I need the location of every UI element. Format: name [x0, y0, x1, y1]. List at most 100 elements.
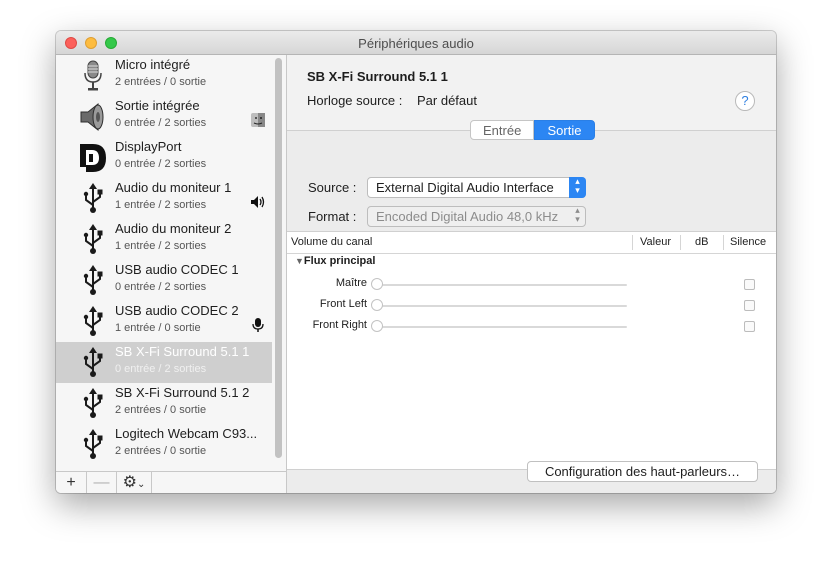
usb-icon — [78, 429, 108, 461]
column-db[interactable]: dB — [695, 232, 708, 253]
device-name: Audio du moniteur 1 — [115, 180, 232, 195]
column-volume[interactable]: Volume du canal — [291, 232, 372, 253]
channel-label: Maître — [335, 277, 367, 289]
audio-devices-window: Périphériques audio Micro intégré 2 entré… — [56, 31, 776, 493]
device-io-count: 1 entrée / 2 sorties — [115, 199, 207, 211]
chevron-down-icon: ⌄ — [136, 479, 146, 490]
device-io-count: 2 entrées / 0 sortie — [115, 445, 207, 457]
device-detail-panel: SB X-Fi Surround 5.1 1 Horloge source : … — [287, 55, 776, 493]
device-io-count: 1 entrée / 2 sorties — [115, 240, 207, 252]
column-divider — [723, 235, 724, 250]
finder-icon — [250, 112, 266, 128]
device-name: Micro intégré — [115, 57, 191, 72]
mute-checkbox[interactable] — [744, 321, 755, 332]
device-row[interactable]: Audio du moniteur 2 1 entrée / 2 sorties — [56, 219, 272, 260]
usb-icon — [78, 347, 108, 379]
device-row[interactable]: Micro intégré 2 entrées / 0 sortie — [56, 55, 272, 96]
device-title: SB X-Fi Surround 5.1 1 — [307, 69, 448, 84]
microphone-icon — [78, 60, 108, 92]
volume-slider-knob[interactable] — [371, 278, 383, 290]
device-row[interactable]: DisplayPort 0 entrée / 2 sorties — [56, 137, 272, 178]
speaker-icon — [78, 101, 108, 133]
device-name: Audio du moniteur 2 — [115, 221, 232, 236]
sidebar-toolbar: + — ⚙⌄ — [56, 471, 286, 493]
device-io-count: 1 entrée / 0 sortie — [115, 322, 201, 334]
device-io-count: 2 entrées / 0 sortie — [115, 404, 207, 416]
input-output-segmented-control: Entrée Sortie — [470, 120, 595, 140]
device-io-count: 0 entrée / 2 sorties — [115, 281, 207, 293]
device-name: USB audio CODEC 1 — [115, 262, 239, 277]
title-bar: Périphériques audio — [56, 31, 776, 55]
usb-icon — [78, 388, 108, 420]
table-header: Volume du canal Valeur dB Silence — [287, 232, 776, 254]
mute-checkbox[interactable] — [744, 300, 755, 311]
format-value: Encoded Digital Audio 48,0 kHz — [376, 209, 559, 224]
device-name: SB X-Fi Surround 5.1 1 — [115, 344, 250, 359]
disclosure-triangle-icon: ▼ — [295, 256, 304, 266]
channel-label: Front Right — [312, 319, 367, 331]
usb-icon — [78, 224, 108, 256]
configure-speakers-button[interactable]: Configuration des haut-parleurs… — [527, 461, 758, 482]
source-popup[interactable]: External Digital Audio Interface ▴ ▾ — [367, 177, 586, 198]
help-button[interactable]: ? — [735, 91, 755, 111]
device-row[interactable]: SB X-Fi Surround 5.1 2 2 entrées / 0 sort… — [56, 383, 272, 424]
source-value: External Digital Audio Interface — [376, 180, 554, 195]
tab-sortie[interactable]: Sortie — [534, 120, 595, 140]
format-popup[interactable]: Encoded Digital Audio 48,0 kHz ▴ ▾ — [367, 206, 586, 227]
device-row[interactable]: USB audio CODEC 2 1 entrée / 0 sortie — [56, 301, 272, 342]
device-io-count: 2 entrées / 0 sortie — [115, 76, 207, 88]
column-silence[interactable]: Silence — [730, 232, 766, 253]
device-list: Micro intégré 2 entrées / 0 sortie Sortie … — [56, 55, 274, 471]
device-row[interactable]: Logitech Webcam C93... 2 entrées / 0 sort… — [56, 424, 272, 465]
volume-slider-track[interactable] — [377, 284, 627, 286]
speaker-badge-icon — [250, 194, 266, 210]
updown-arrows-icon: ▴ ▾ — [569, 177, 586, 198]
usb-icon — [78, 265, 108, 297]
volume-slider-knob[interactable] — [371, 320, 383, 332]
channel-volume-table: Volume du canal Valeur dB Silence ▼Flux … — [287, 231, 776, 470]
footer-bar: Configuration des haut-parleurs… — [287, 461, 776, 493]
column-valeur[interactable]: Valeur — [640, 232, 671, 253]
device-name: Logitech Webcam C93... — [115, 426, 258, 441]
microphone-badge-icon — [250, 317, 266, 333]
clock-source-label: Horloge source : — [307, 93, 403, 108]
device-io-count: 0 entrée / 2 sorties — [115, 117, 207, 129]
group-label: Flux principal — [303, 255, 376, 267]
gear-menu-button[interactable]: ⚙⌄ — [117, 472, 152, 493]
device-row[interactable]: USB audio CODEC 1 0 entrée / 2 sorties — [56, 260, 272, 301]
device-row[interactable]: Sortie intégrée 0 entrée / 2 sorties — [56, 96, 272, 137]
volume-slider-track[interactable] — [377, 326, 627, 328]
device-name: Sortie intégrée — [115, 98, 200, 113]
remove-device-button[interactable]: — — [87, 472, 117, 493]
displayport-icon — [78, 142, 108, 174]
device-io-count: 0 entrée / 2 sorties — [115, 158, 207, 170]
device-name: USB audio CODEC 2 — [115, 303, 239, 318]
column-divider — [680, 235, 681, 250]
device-io-count: 0 entrée / 2 sorties — [115, 363, 207, 375]
volume-slider-track[interactable] — [377, 305, 627, 307]
device-row[interactable]: SB X-Fi Surround 5.1 1 0 entrée / 2 sorti… — [56, 342, 272, 383]
device-name: DisplayPort — [115, 139, 182, 154]
device-row[interactable]: Audio du moniteur 1 1 entrée / 2 sorties — [56, 178, 272, 219]
source-label: Source : — [308, 180, 357, 195]
format-label: Format : — [308, 209, 357, 224]
usb-icon — [78, 183, 108, 215]
tab-entree[interactable]: Entrée — [470, 120, 534, 140]
volume-slider-knob[interactable] — [371, 299, 383, 311]
channel-label: Front Left — [319, 298, 367, 310]
gear-icon: ⚙ — [122, 474, 137, 491]
device-sidebar: Micro intégré 2 entrées / 0 sortie Sortie … — [56, 55, 287, 493]
add-device-button[interactable]: + — [56, 472, 87, 493]
sidebar-scrollbar[interactable] — [275, 58, 282, 458]
window-title: Périphériques audio — [358, 36, 474, 51]
mute-checkbox[interactable] — [744, 279, 755, 290]
updown-arrows-icon: ▴ ▾ — [575, 205, 580, 224]
column-divider — [632, 235, 633, 250]
usb-icon — [78, 306, 108, 338]
channel-row: Front Right — [287, 316, 776, 336]
device-name: SB X-Fi Surround 5.1 2 — [115, 385, 250, 400]
channel-row: Maître — [287, 274, 776, 294]
channel-row: Front Left — [287, 295, 776, 315]
group-flux-principal[interactable]: ▼Flux principal — [295, 255, 375, 267]
clock-source-value: Par défaut — [417, 93, 477, 108]
